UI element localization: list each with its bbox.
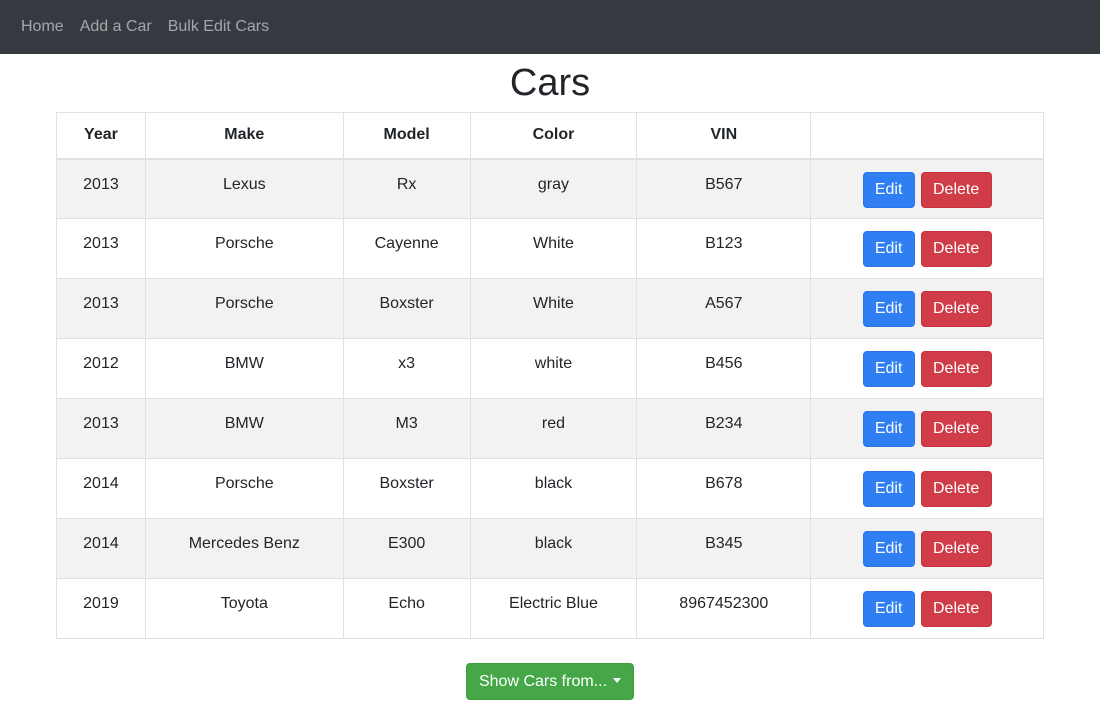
nav-home-link[interactable]: Home xyxy=(21,18,64,36)
cell-model: Cayenne xyxy=(342,218,471,279)
cell-year: 2014 xyxy=(56,518,146,579)
delete-button[interactable]: Delete xyxy=(920,231,992,267)
cell-year: 2013 xyxy=(56,278,146,339)
cell-vin: A567 xyxy=(636,278,812,339)
cell-color: White xyxy=(469,278,638,339)
cell-actions: Edit Delete xyxy=(810,278,1044,339)
cell-make: Porsche xyxy=(144,458,344,519)
show-cars-from-label: Show Cars from... xyxy=(478,673,608,690)
delete-button[interactable]: Delete xyxy=(920,471,992,507)
cell-year: 2014 xyxy=(56,458,146,519)
cell-year: 2013 xyxy=(56,158,146,219)
caret-down-icon xyxy=(613,678,622,683)
column-header-color: Color xyxy=(469,112,638,160)
table-row: 2014 Mercedes Benz E300 black B345 Edit D… xyxy=(56,518,1044,579)
table-header-row: Year Make Model Color VIN xyxy=(56,112,1044,160)
filter-dropdown: Show Cars from... xyxy=(0,663,1100,700)
table-row: 2014 Porsche Boxster black B678 Edit Dele… xyxy=(56,458,1044,519)
cell-actions: Edit Delete xyxy=(810,338,1044,399)
cell-vin: B678 xyxy=(636,458,812,519)
cell-color: White xyxy=(469,218,638,279)
cell-model: E300 xyxy=(342,518,471,579)
cell-actions: Edit Delete xyxy=(810,158,1044,219)
cell-vin: B234 xyxy=(636,398,812,459)
cell-color: red xyxy=(469,398,638,459)
delete-button[interactable]: Delete xyxy=(920,411,992,447)
cell-color: black xyxy=(469,458,638,519)
table-row: 2013 BMW M3 red B234 Edit Delete xyxy=(56,398,1044,459)
column-header-actions xyxy=(810,112,1044,160)
column-header-year: Year xyxy=(56,112,146,160)
table-row: 2013 Lexus Rx gray B567 Edit Delete xyxy=(56,158,1044,219)
column-header-model: Model xyxy=(342,112,471,160)
table-row: 2013 Porsche Cayenne White B123 Edit Dele… xyxy=(56,218,1044,279)
cell-make: Porsche xyxy=(144,278,344,339)
cell-make: BMW xyxy=(144,398,344,459)
cell-color: Electric Blue xyxy=(469,578,638,639)
cell-make: BMW xyxy=(144,338,344,399)
nav-add-car-link[interactable]: Add a Car xyxy=(80,18,152,36)
delete-button[interactable]: Delete xyxy=(920,591,992,627)
cell-model: Echo xyxy=(342,578,471,639)
cell-actions: Edit Delete xyxy=(810,518,1044,579)
edit-button[interactable]: Edit xyxy=(862,411,915,447)
cell-color: white xyxy=(469,338,638,399)
edit-button[interactable]: Edit xyxy=(862,531,915,567)
edit-button[interactable]: Edit xyxy=(862,231,915,267)
column-header-vin: VIN xyxy=(636,112,812,160)
cell-actions: Edit Delete xyxy=(810,578,1044,639)
cell-vin: B567 xyxy=(636,158,812,219)
cell-model: Rx xyxy=(342,158,471,219)
cell-year: 2019 xyxy=(56,578,146,639)
cell-vin: B456 xyxy=(636,338,812,399)
delete-button[interactable]: Delete xyxy=(920,531,992,567)
cell-vin: 8967452300 xyxy=(636,578,812,639)
cell-year: 2012 xyxy=(56,338,146,399)
delete-button[interactable]: Delete xyxy=(920,291,992,327)
table-row: 2012 BMW x3 white B456 Edit Delete xyxy=(56,338,1044,399)
edit-button[interactable]: Edit xyxy=(862,171,915,208)
top-navbar: Home Add a Car Bulk Edit Cars xyxy=(0,0,1100,54)
table-row: 2019 Toyota Echo Electric Blue 896745230… xyxy=(56,578,1044,639)
cell-actions: Edit Delete xyxy=(810,218,1044,279)
cell-make: Porsche xyxy=(144,218,344,279)
cell-make: Toyota xyxy=(144,578,344,639)
edit-button[interactable]: Edit xyxy=(862,351,915,387)
delete-button[interactable]: Delete xyxy=(920,171,992,208)
table-row: 2013 Porsche Boxster White A567 Edit Dele… xyxy=(56,278,1044,339)
edit-button[interactable]: Edit xyxy=(862,591,915,627)
cell-model: M3 xyxy=(342,398,471,459)
cell-year: 2013 xyxy=(56,398,146,459)
cell-make: Mercedes Benz xyxy=(144,518,344,579)
cell-model: Boxster xyxy=(342,278,471,339)
cell-vin: B345 xyxy=(636,518,812,579)
delete-button[interactable]: Delete xyxy=(920,351,992,387)
cell-color: black xyxy=(469,518,638,579)
cell-color: gray xyxy=(469,158,638,219)
edit-button[interactable]: Edit xyxy=(862,291,915,327)
edit-button[interactable]: Edit xyxy=(862,471,915,507)
show-cars-from-dropdown-button[interactable]: Show Cars from... xyxy=(465,663,635,700)
column-header-make: Make xyxy=(144,112,344,160)
cell-model: Boxster xyxy=(342,458,471,519)
cars-table: Year Make Model Color VIN 2013 Lexus Rx … xyxy=(56,112,1044,639)
cell-actions: Edit Delete xyxy=(810,398,1044,459)
cell-year: 2013 xyxy=(56,218,146,279)
cell-vin: B123 xyxy=(636,218,812,279)
page-title: Cars xyxy=(509,62,591,104)
cell-make: Lexus xyxy=(144,158,344,219)
nav-bulk-edit-link[interactable]: Bulk Edit Cars xyxy=(168,18,269,36)
cell-model: x3 xyxy=(342,338,471,399)
cell-actions: Edit Delete xyxy=(810,458,1044,519)
